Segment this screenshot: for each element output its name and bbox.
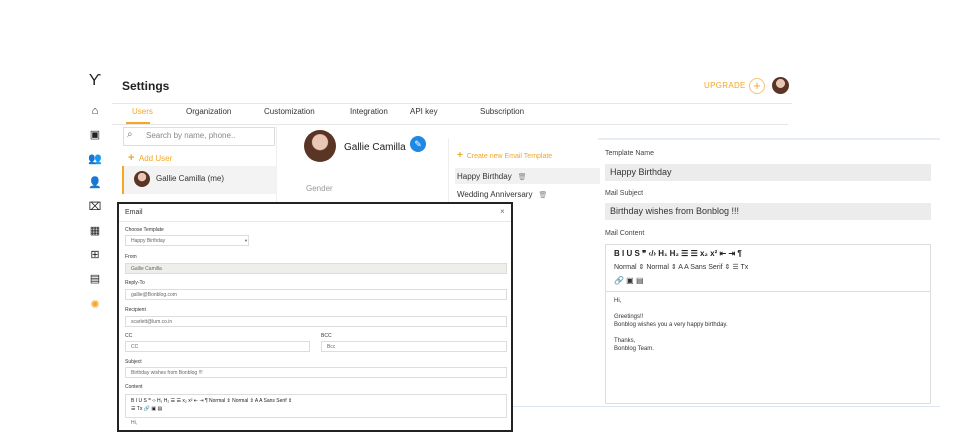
briefcase-icon[interactable]: ⌧ — [86, 200, 104, 214]
mail-body[interactable]: Hi, Greetings!! Bonblog wishes you a ver… — [614, 297, 728, 353]
plus-icon: + — [457, 150, 463, 161]
format-toolbar[interactable]: B I U S ❞ ‹/› H₁ H₂ ☰ ☰ x₂ x² ⇤ ⇥ ¶ — [614, 249, 742, 258]
trash-icon[interactable]: 🗑 — [538, 192, 547, 199]
bcc-field[interactable]: Bcc — [321, 341, 507, 352]
cc-label: CC — [125, 333, 133, 339]
format-toolbar-2[interactable]: Normal ⇕ Normal ⇕ A A Sans Serif ⇕ ☰ Tx — [614, 263, 748, 271]
add-user-icon[interactable]: 👤 — [86, 176, 104, 190]
contacts-icon[interactable]: ▣ — [86, 128, 104, 142]
plus-icon: + — [128, 152, 135, 164]
selected-template: Happy Birthday — [131, 238, 166, 244]
cc-field[interactable]: CC — [125, 341, 310, 352]
reply-to-field[interactable]: gallie@Bonblog.com — [125, 289, 507, 300]
bcc-label: BCC — [321, 333, 332, 339]
modal-title: Email — [125, 209, 143, 216]
body-line — [614, 329, 728, 337]
email-modal: Email × Choose Template Happy Birthday ▼ … — [117, 202, 513, 432]
from-field: Gallie Camilla — [125, 263, 507, 274]
page-title: Settings — [122, 79, 170, 93]
template-name-label: Template Name — [605, 150, 655, 157]
body-line: Hi, — [614, 298, 622, 304]
body-line: Thanks, — [614, 338, 636, 344]
divider — [445, 406, 940, 407]
subject-field[interactable]: Birthday wishes from Bonblog !!! — [125, 367, 507, 378]
cart-icon[interactable]: ⊞ — [86, 248, 104, 262]
tab-subscription[interactable]: Subscription — [480, 107, 524, 116]
upgrade-link[interactable]: UPGRADE — [704, 81, 746, 90]
create-template-label: Create new Email Template — [466, 153, 553, 160]
add-user-label: Add User — [138, 154, 173, 163]
tab-users[interactable]: Users — [132, 107, 153, 116]
team-icon[interactable]: 👥 — [86, 152, 104, 166]
template-item[interactable]: Wedding Anniversary 🗑 — [455, 186, 600, 202]
list-item[interactable]: Gallie Camilla (me) — [122, 166, 277, 194]
modal-header: Email × — [119, 204, 511, 222]
template-name-field[interactable]: Happy Birthday — [605, 164, 931, 181]
from-label: From — [125, 254, 137, 260]
search-input[interactable]: Search by name, phone.. — [123, 127, 275, 146]
mail-body[interactable]: Hi, — [131, 420, 137, 426]
insert-toolbar[interactable]: 🔗 ▣ ▤ — [614, 276, 644, 285]
user-name: Gallie Camilla (me) — [156, 174, 225, 183]
template-item[interactable]: Happy Birthday 🗑 — [455, 168, 600, 184]
avatar[interactable] — [772, 77, 789, 94]
recipient-field[interactable]: scarlett@lum.co.in — [125, 316, 507, 327]
mail-subject-field[interactable]: Birthday wishes from Bonblog !!! — [605, 203, 931, 220]
settings-tabs: Users Organization Customization Integra… — [112, 103, 788, 125]
sidebar: Ƴ ⌂ ▣ 👥 👤 ⌧ ▦ ⊞ ▤ ✺ — [82, 73, 110, 414]
chevron-down-icon: ▼ — [244, 238, 248, 243]
template-editor: Template Name Happy Birthday Mail Subjec… — [598, 138, 940, 406]
mail-subject-label: Mail Subject — [605, 190, 644, 197]
avatar — [134, 171, 150, 187]
logo-icon[interactable]: Ƴ — [86, 73, 104, 89]
format-toolbar-2[interactable]: ☰ Tx 🔗 ▣ ▤ — [131, 406, 162, 412]
body-line: Greetings!! — [614, 314, 644, 320]
recipient-label: Recipient — [125, 307, 146, 313]
calendar-icon[interactable]: ▦ — [86, 224, 104, 238]
choose-template-label: Choose Template — [125, 227, 164, 233]
tab-integration[interactable]: Integration — [350, 107, 388, 116]
divider — [606, 291, 930, 292]
tab-customization[interactable]: Customization — [264, 107, 315, 116]
reports-icon[interactable]: ▤ — [86, 272, 104, 286]
edit-icon[interactable]: ✎ — [410, 136, 426, 152]
template-item-label: Happy Birthday — [457, 172, 512, 181]
content-label: Content — [125, 384, 143, 390]
add-user-button[interactable]: + Add User — [128, 152, 172, 164]
reply-to-label: Reply-To — [125, 280, 145, 286]
create-template-button[interactable]: + Create new Email Template — [457, 150, 552, 161]
settings-icon[interactable]: ✺ — [86, 298, 104, 312]
rich-text-editor[interactable]: B I U S ❞ ‹/› H₁ H₂ ☰ ☰ x₂ x² ⇤ ⇥ ¶ Norm… — [605, 244, 931, 404]
mail-content-label: Mail Content — [605, 230, 645, 237]
body-line — [614, 305, 728, 313]
gender-label: Gender — [306, 184, 333, 193]
body-line: Bonblog wishes you a very happy birthday… — [614, 322, 728, 328]
tab-api-key[interactable]: API key — [410, 107, 438, 116]
profile-name: Gallie Camilla — [344, 142, 406, 153]
tab-organization[interactable]: Organization — [186, 107, 231, 116]
home-icon[interactable]: ⌂ — [86, 104, 104, 118]
template-item-label: Wedding Anniversary — [457, 190, 533, 199]
app-header: Settings UPGRADE + — [112, 74, 792, 104]
active-tab-indicator — [126, 122, 150, 124]
avatar — [304, 130, 336, 162]
search-icon: ⌕ — [127, 129, 133, 140]
close-icon[interactable]: × — [500, 207, 505, 216]
choose-template-select[interactable]: Happy Birthday ▼ — [125, 235, 249, 246]
format-toolbar[interactable]: B I U S ❞ ‹› H₁ H₂ ☰ ☰ x₂ x² ⇤ ⇥ ¶ Norma… — [131, 398, 292, 404]
subject-label: Subject — [125, 359, 142, 365]
body-line: Bonblog Team. — [614, 346, 654, 352]
trash-icon[interactable]: 🗑 — [518, 174, 527, 181]
add-button[interactable]: + — [749, 78, 765, 94]
